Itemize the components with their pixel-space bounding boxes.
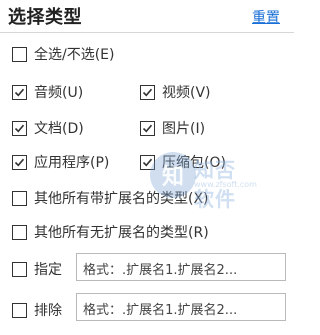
checkmark-icon xyxy=(14,124,25,132)
header-divider xyxy=(0,32,294,33)
video-checkbox[interactable] xyxy=(140,84,155,100)
audio-checkbox[interactable] xyxy=(12,84,27,100)
audio-label: 音频(U) xyxy=(34,85,84,101)
application-label: 应用程序(P) xyxy=(34,155,110,171)
archive-label: 压缩包(O) xyxy=(162,155,226,171)
option-image[interactable]: 图片(I) xyxy=(140,118,205,138)
option-document[interactable]: 文档(D) xyxy=(12,118,84,138)
reset-link[interactable]: 重置 xyxy=(252,7,280,27)
option-specify[interactable]: 指定 xyxy=(12,259,62,279)
panel-title: 选择类型 xyxy=(8,7,82,28)
checkmark-icon xyxy=(14,88,25,96)
option-select-all[interactable]: 全选/不选(E) xyxy=(12,44,115,64)
specify-extensions-input[interactable]: 格式：.扩展名1.扩展名2... xyxy=(76,253,286,281)
other-no-ext-checkbox[interactable] xyxy=(12,224,27,240)
checkmark-icon xyxy=(14,158,25,166)
option-archive[interactable]: 压缩包(O) xyxy=(140,152,226,172)
specify-checkbox[interactable] xyxy=(12,261,27,277)
exclude-checkbox[interactable] xyxy=(12,302,27,318)
checkmark-icon xyxy=(142,124,153,132)
option-audio[interactable]: 音频(U) xyxy=(12,82,83,102)
archive-checkbox[interactable] xyxy=(140,154,155,170)
checkmark-icon xyxy=(142,158,153,166)
option-exclude[interactable]: 排除 xyxy=(12,300,62,320)
document-checkbox[interactable] xyxy=(12,120,27,136)
select-all-checkbox[interactable] xyxy=(12,46,27,62)
document-label: 文档(D) xyxy=(34,121,84,137)
option-other-no-ext[interactable]: 其他所有无扩展名的类型(R) xyxy=(12,222,209,242)
option-application[interactable]: 应用程序(P) xyxy=(12,152,109,172)
specify-label: 指定 xyxy=(34,262,62,278)
other-no-ext-label: 其他所有无扩展名的类型(R) xyxy=(34,225,209,241)
select-all-label: 全选/不选(E) xyxy=(34,47,115,63)
video-label: 视频(V) xyxy=(162,85,211,101)
exclude-extensions-input[interactable]: 格式：.扩展名1.扩展名2... xyxy=(76,293,286,321)
application-checkbox[interactable] xyxy=(12,154,27,170)
other-ext-label: 其他所有带扩展名的类型(X) xyxy=(34,191,209,207)
panel-header: 选择类型 重置 xyxy=(0,0,294,32)
exclude-label: 排除 xyxy=(34,303,62,319)
option-video[interactable]: 视频(V) xyxy=(140,82,211,102)
other-ext-checkbox[interactable] xyxy=(12,190,27,206)
image-checkbox[interactable] xyxy=(140,120,155,136)
checkmark-icon xyxy=(142,88,153,96)
image-label: 图片(I) xyxy=(162,121,206,137)
option-other-ext[interactable]: 其他所有带扩展名的类型(X) xyxy=(12,188,209,208)
